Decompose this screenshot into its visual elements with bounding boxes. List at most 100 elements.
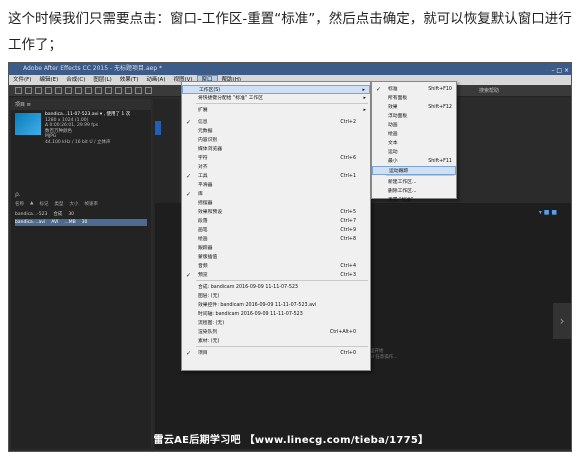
selection-tool-icon[interactable] bbox=[25, 87, 32, 94]
stamp-tool-icon[interactable] bbox=[125, 87, 132, 94]
camera-tool-icon[interactable] bbox=[65, 87, 72, 94]
reset-standard-workspace-item[interactable]: 重置 "标准" bbox=[372, 196, 456, 205]
menu-shortcut: Shift+F12 bbox=[428, 105, 452, 110]
window-menu-item[interactable]: 将快捷键分配给 "标准" 工作区 ▸ bbox=[182, 94, 370, 103]
menu-item-label: 绘画 bbox=[388, 132, 398, 137]
hand-tool-icon[interactable] bbox=[35, 87, 42, 94]
window-menu-item[interactable]: 字符 Ctrl+6 bbox=[182, 154, 370, 163]
column-header[interactable]: 名称 bbox=[15, 201, 24, 207]
window-menu-item[interactable]: 流程图: (无) bbox=[182, 319, 370, 328]
window-menu-item[interactable]: 时间轴: bandicam 2016-09-09 11-11-07-523 bbox=[182, 310, 370, 319]
workspace-menu-item[interactable]: ✓ 标准 Shift+F10 bbox=[372, 85, 456, 94]
mask-tool-icon[interactable] bbox=[85, 87, 92, 94]
workspace-menu-item[interactable]: 文本 bbox=[372, 139, 456, 148]
composition-marker bbox=[155, 121, 161, 135]
window-menu-item[interactable]: 对齐 bbox=[182, 163, 370, 172]
column-header[interactable]: 大小 bbox=[69, 201, 78, 207]
window-menu-item[interactable]: 元数据 bbox=[182, 127, 370, 136]
column-header[interactable]: 帧速率 bbox=[84, 201, 98, 207]
brush-tool-icon[interactable] bbox=[115, 87, 122, 94]
window-menu-item[interactable]: 内容识别 bbox=[182, 136, 370, 145]
window-menu-item[interactable]: 音频 Ctrl+4 bbox=[182, 262, 370, 271]
pen-tool-icon[interactable] bbox=[95, 87, 102, 94]
home-icon[interactable] bbox=[15, 87, 22, 94]
menu-item-label: 合成: bandicam 2016-09-09 11-11-07-523 bbox=[198, 285, 298, 290]
menu-item[interactable]: 文件(F) bbox=[9, 75, 35, 85]
window-menu-item[interactable]: 素材: (无) bbox=[182, 337, 370, 346]
window-menu-item[interactable]: 媒体浏览器 bbox=[182, 145, 370, 154]
menu-item-label: 效果 bbox=[388, 105, 398, 110]
footage-meta-line: 44.100 kHz / 16 bit U / 立体声 bbox=[45, 139, 111, 145]
window-menu-item[interactable]: ✓ 项目 Ctrl+0 bbox=[182, 349, 370, 358]
row-fps: 30 bbox=[81, 220, 88, 225]
menu-item[interactable]: 编辑(E) bbox=[35, 75, 62, 85]
workspace-menu-item[interactable]: 新建工作区... bbox=[372, 178, 456, 187]
row-type: AVI bbox=[51, 220, 59, 225]
pan-behind-tool-icon[interactable] bbox=[75, 87, 82, 94]
window-menu-item[interactable]: 工作区(S) ▸ bbox=[182, 85, 370, 94]
zoom-tool-icon[interactable] bbox=[45, 87, 52, 94]
row-name: bandica...-523 bbox=[15, 212, 48, 217]
window-menu-item[interactable]: 段落 Ctrl+7 bbox=[182, 217, 370, 226]
project-tab[interactable]: 项目 ≡ bbox=[11, 99, 151, 110]
menu-item-label: 图层: (无) bbox=[198, 294, 220, 299]
project-row-selected[interactable]: bandica....avi AVI ...MB 30 bbox=[15, 219, 147, 226]
eraser-tool-icon[interactable] bbox=[135, 87, 142, 94]
window-menu-item[interactable]: 平滑器 bbox=[182, 181, 370, 190]
menu-shortcut: Ctrl+3 bbox=[340, 273, 356, 278]
menu-item[interactable]: 图层(L) bbox=[89, 75, 115, 85]
row-size: ...MB bbox=[64, 220, 76, 225]
window-menu-item[interactable]: 摇摆器 bbox=[182, 199, 370, 208]
window-menu-item[interactable]: 效果和预设 Ctrl+5 bbox=[182, 208, 370, 217]
workspace-menu-item[interactable]: 动画 bbox=[372, 121, 456, 130]
workspace-menu-item[interactable]: 运动 bbox=[372, 148, 456, 157]
puppet-tool-icon[interactable] bbox=[145, 87, 152, 94]
text-tool-icon[interactable] bbox=[105, 87, 112, 94]
workspace-menu-item[interactable]: 浮动面板 bbox=[372, 112, 456, 121]
menu-item-label: 文本 bbox=[388, 141, 398, 146]
workspace-menu-item[interactable]: 所有面板 bbox=[372, 94, 456, 103]
project-search-input[interactable]: ρ. bbox=[15, 191, 21, 198]
panel-menu-icon[interactable]: ▾ ■ ■ bbox=[539, 209, 557, 216]
workspace-menu-item[interactable]: 最小 Shift+F11 bbox=[372, 157, 456, 166]
menu-item-label: 渲染队列 bbox=[198, 330, 218, 335]
menu-item[interactable]: 效果(T) bbox=[116, 75, 143, 85]
menu-shortcut: Ctrl+4 bbox=[340, 264, 356, 269]
menu-item-label: 标准 bbox=[388, 87, 398, 92]
menu-shortcut: Ctrl+2 bbox=[340, 120, 356, 125]
window-menu-item[interactable]: 合成: bandicam 2016-09-09 11-11-07-523 bbox=[182, 283, 370, 292]
window-menu-item[interactable]: ✓ 预览 Ctrl+3 bbox=[182, 271, 370, 280]
menu-shortcut: Ctrl+7 bbox=[340, 219, 356, 224]
window-menu-item[interactable]: ✓ 信息 Ctrl+2 bbox=[182, 118, 370, 127]
column-header[interactable]: 标记 bbox=[39, 201, 48, 207]
window-menu-item[interactable]: 效果控件: bandicam 2016-09-09 11-11-07-523.a… bbox=[182, 301, 370, 310]
window-menu-item[interactable]: 跟踪器 bbox=[182, 244, 370, 253]
window-menu-item[interactable]: 绘画 Ctrl+8 bbox=[182, 235, 370, 244]
menu-item[interactable]: 动画(A) bbox=[142, 75, 169, 85]
window-menu-item[interactable]: 扩展 ▸ bbox=[182, 106, 370, 115]
workspace-menu-item[interactable]: 删除工作区... bbox=[372, 187, 456, 196]
column-header[interactable]: 类型 bbox=[54, 201, 63, 207]
help-search-input[interactable]: 搜索帮助 bbox=[479, 87, 499, 94]
menu-shortcut: Ctrl+Alt+0 bbox=[329, 330, 356, 335]
window-menu-item[interactable]: 图层: (无) bbox=[182, 292, 370, 301]
workspace-menu-item[interactable]: 效果 Shift+F12 bbox=[372, 103, 456, 112]
window-menu-item[interactable]: ✓ 工具 Ctrl+1 bbox=[182, 172, 370, 181]
menu-item-label: 流程图: (无) bbox=[198, 321, 225, 326]
project-row[interactable]: bandica...-523 合成 30 bbox=[15, 211, 147, 218]
chevron-right-icon[interactable]: › bbox=[553, 303, 571, 339]
window-menu-item[interactable]: 蒙版插值 bbox=[182, 253, 370, 262]
menu-item[interactable]: 合成(C) bbox=[62, 75, 89, 85]
project-panel: 项目 ≡ bandica...11-07-523.avi ▾ , 使用了 1 次… bbox=[11, 99, 151, 449]
rotate-tool-icon[interactable] bbox=[55, 87, 62, 94]
menu-separator bbox=[196, 103, 368, 104]
workspace-menu-item[interactable]: 运动跟踪 bbox=[372, 166, 456, 175]
workspace-menu-item[interactable]: 绘画 bbox=[372, 130, 456, 139]
footage-thumbnail bbox=[15, 113, 41, 135]
column-header[interactable]: ▲ bbox=[30, 201, 33, 207]
menu-item-label: 重置 "标准" bbox=[388, 198, 414, 203]
window-menu-item[interactable]: 渲染队列 Ctrl+Alt+0 bbox=[182, 328, 370, 337]
row-fps: 30 bbox=[68, 212, 75, 217]
window-menu-item[interactable]: 画笔 Ctrl+9 bbox=[182, 226, 370, 235]
window-menu-item[interactable]: ✓ 库 bbox=[182, 190, 370, 199]
